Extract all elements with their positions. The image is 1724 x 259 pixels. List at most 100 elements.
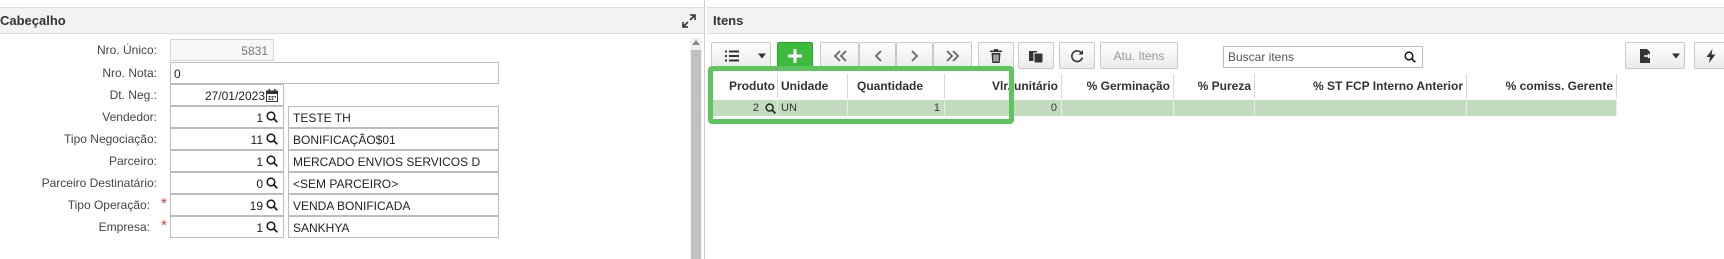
search-icon[interactable] [266,221,279,234]
cell-st-fcp[interactable] [1255,100,1467,116]
search-icon[interactable] [266,199,279,212]
list-menu-button[interactable] [711,42,771,69]
header-scrollbar-thumb[interactable] [691,50,701,259]
vendedor-description-text: TESTE TH [293,111,351,125]
scroll-up-arrow-icon[interactable] [692,40,700,45]
tipo-operacao-code-input[interactable]: 19 [170,194,284,216]
column-header-quantidade[interactable]: Quantidade [848,74,945,98]
vendedor-code-input[interactable]: 1 [170,106,284,128]
empresa-code: 1 [256,221,263,235]
empresa-description-text: SANKHYA [293,221,350,235]
tipo-operacao-description-text: VENDA BONIFICADA [293,199,411,213]
field-tipo-operacao: Tipo Operação: * 19 VENDA BONIFICADA [0,194,690,216]
column-header-pureza[interactable]: % Pureza [1174,74,1255,98]
next-record-button[interactable] [896,42,933,69]
copy-button[interactable] [1018,42,1054,69]
tipo-negociacao-code-input[interactable]: 11 [170,128,284,150]
expand-icon[interactable] [682,14,696,28]
vendedor-code: 1 [256,111,263,125]
export-menu-button[interactable] [1625,42,1685,69]
field-dt-neg: Dt. Neg.: 27/01/2023 [0,84,690,106]
parceiro-description: MERCADO ENVIOS SERVICOS D [288,150,499,172]
refresh-button[interactable] [1059,42,1095,69]
search-icon[interactable] [266,111,279,124]
empresa-code-input[interactable]: 1 [170,216,284,238]
first-record-button[interactable] [820,42,859,69]
export-file-icon [1640,48,1651,63]
column-header-germinacao[interactable]: % Germinação [1062,74,1174,98]
items-panel-title: Itens [713,13,744,28]
column-header-comiss-gerente[interactable]: % comiss. Gerente [1467,74,1617,98]
plus-icon [788,48,802,63]
column-header-st-fcp[interactable]: % ST FCP Interno Anterior [1255,74,1467,98]
cell-quantidade[interactable]: 1 [848,100,945,116]
field-tipo-negociacao: Tipo Negociação: 11 BONIFICAÇÃO$01 [0,128,690,150]
cell-germinacao[interactable] [1062,100,1174,116]
field-nro-nota: Nro. Nota: 0 [0,62,690,84]
last-record-button[interactable] [933,42,972,69]
refresh-items-button[interactable]: Atu. Itens [1100,42,1178,69]
tipo-operacao-code: 19 [249,199,263,213]
items-toolbar: Atu. Itens [707,38,1724,74]
chevron-down-icon [758,53,766,58]
table-row[interactable]: 2 UN 1 0 [707,100,1724,116]
field-label: Tipo Negociação: [64,132,157,146]
search-items-input[interactable] [1224,47,1399,67]
nro-nota-value: 0 [174,67,181,81]
nro-nota-input[interactable]: 0 [170,62,499,84]
field-nro-unico: Nro. Único: 5831 [0,39,690,61]
cell-unidade[interactable]: UN [778,100,848,116]
chevron-right-icon [910,49,918,62]
chevron-down-icon [1672,53,1680,58]
cell-comiss-gerente[interactable] [1467,100,1617,116]
field-vendedor: Vendedor: 1 TESTE TH [0,106,690,128]
items-panel-titlebar: Itens [707,7,1724,34]
refresh-items-label: Atu. Itens [1113,49,1165,63]
actions-button[interactable] [1694,42,1724,69]
column-header-unidade[interactable]: Unidade [778,74,848,98]
vendedor-description: TESTE TH [288,106,499,128]
header-panel-titlebar: Cabeçalho [0,7,704,34]
header-panel-title: Cabeçalho [0,13,66,28]
dt-neg-input[interactable]: 27/01/2023 [170,84,284,106]
double-chevron-right-icon [945,49,959,62]
double-chevron-left-icon [833,49,847,62]
refresh-icon [1071,49,1084,62]
trash-icon [990,48,1002,63]
field-parceiro: Parceiro: 1 MERCADO ENVIOS SERVICOS D [0,150,690,172]
parceiro-destinatario-code-input[interactable]: 0 [170,172,284,194]
previous-record-button[interactable] [859,42,896,69]
search-icon[interactable] [266,177,279,190]
search-icon[interactable] [266,155,279,168]
cell-vlr-unitario[interactable]: 0 [945,100,1062,116]
parceiro-destinatario-description: <SEM PARCEIRO> [288,172,499,194]
empresa-description: SANKHYA [288,216,499,238]
copy-icon [1029,50,1043,63]
delete-button[interactable] [978,42,1014,69]
nro-unico-input: 5831 [170,39,274,61]
field-label: Dt. Neg.: [109,88,157,102]
search-icon[interactable] [1404,51,1416,66]
column-header-produto[interactable]: Produto [711,74,778,98]
field-parceiro-destinatario: Parceiro Destinatário: 0 <SEM PARCEIRO> [0,172,690,194]
tipo-negociacao-description: BONIFICAÇÃO$01 [288,128,499,150]
parceiro-description-text: MERCADO ENVIOS SERVICOS D [293,155,481,169]
search-icon[interactable] [266,133,279,146]
items-grid: Produto Unidade Quantidade Vlr. unitário… [707,74,1724,259]
add-item-button[interactable] [777,42,813,69]
cell-pureza[interactable] [1174,100,1255,116]
search-items-field[interactable] [1223,46,1423,68]
field-label: Tipo Operação: [67,198,150,212]
field-label: Empresa: [98,220,150,234]
parceiro-code: 1 [256,155,263,169]
required-marker: * [161,217,167,234]
nro-unico-value: 5831 [241,44,268,58]
column-header-vlr-unitario[interactable]: Vlr. unitário [945,74,1062,98]
tipo-negociacao-description-text: BONIFICAÇÃO$01 [293,133,396,147]
lightning-icon [1706,48,1716,63]
field-label: Nro. Nota: [102,66,157,80]
dt-neg-value: 27/01/2023 [204,89,265,103]
parceiro-code-input[interactable]: 1 [170,150,284,172]
calendar-icon[interactable] [266,89,279,102]
search-icon[interactable] [765,103,776,117]
